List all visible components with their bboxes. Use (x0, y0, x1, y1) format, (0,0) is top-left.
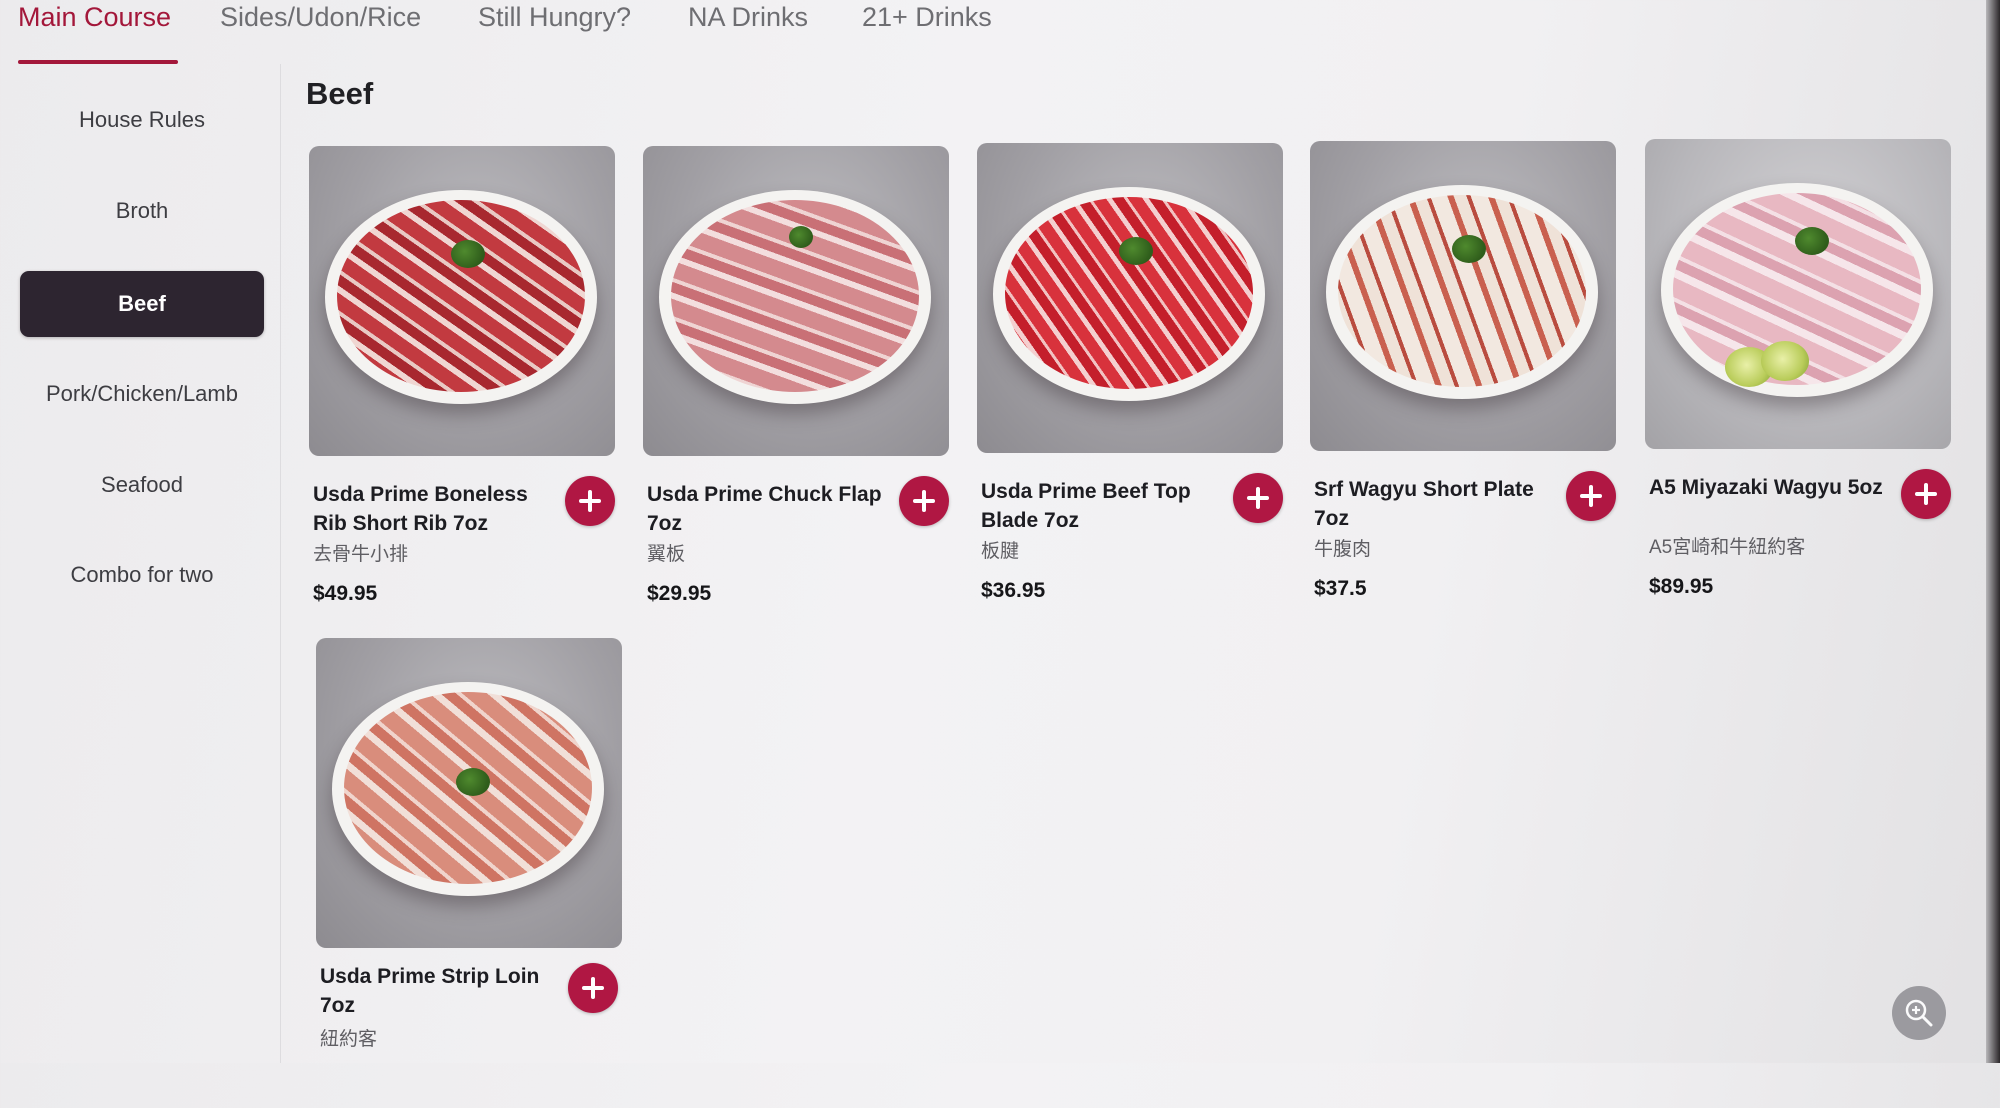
item-name: Usda Prime Boneless Rib Short Rib 7oz (313, 483, 528, 535)
menu-item-card[interactable]: Usda Prime Boneless Rib Short Rib 7oz 去骨… (309, 146, 621, 616)
dish-photo (1645, 139, 1951, 449)
zoom-in-icon (1905, 999, 1933, 1027)
tab-na-drinks[interactable]: NA Drinks (688, 2, 808, 33)
category-sidebar: House Rules Broth Beef Pork/Chicken/Lamb… (0, 64, 281, 1063)
add-to-order-button[interactable] (1566, 471, 1616, 521)
section-title: Beef (306, 76, 374, 111)
screen-edge (1986, 0, 2000, 1063)
dish-photo (316, 638, 622, 948)
menu-item-card[interactable]: Usda Prime Strip Loin 7oz 紐約客 (316, 638, 628, 1108)
zoom-in-button[interactable] (1892, 986, 1946, 1040)
item-price: $49.95 (313, 582, 378, 605)
tab-sides-udon-rice[interactable]: Sides/Udon/Rice (220, 2, 421, 33)
tab-21-drinks[interactable]: 21+ Drinks (862, 2, 992, 33)
item-name: Usda Prime Beef Top Blade 7oz (981, 480, 1191, 532)
tab-still-hungry[interactable]: Still Hungry? (478, 2, 631, 33)
item-subtitle: 翼板 (647, 544, 686, 565)
menu-item-card[interactable]: Srf Wagyu Short Plate 7oz 牛腹肉 $37.5 (1310, 141, 1622, 611)
sidebar-item-beef[interactable]: Beef (20, 271, 264, 337)
category-tabs: Main Course Sides/Udon/Rice Still Hungry… (0, 0, 1100, 64)
dish-photo (309, 146, 615, 456)
tab-main-course[interactable]: Main Course (18, 2, 171, 33)
item-subtitle: A5宮崎和牛紐約客 (1649, 537, 1806, 558)
add-to-order-button[interactable] (1233, 473, 1283, 523)
dish-photo (1310, 141, 1616, 451)
add-to-order-button[interactable] (899, 476, 949, 526)
item-price: $37.5 (1314, 577, 1367, 600)
item-price: $36.95 (981, 579, 1046, 602)
item-subtitle: 紐約客 (320, 1029, 378, 1050)
item-name: Srf Wagyu Short Plate 7oz (1314, 478, 1534, 530)
dish-photo (643, 146, 949, 456)
menu-item-card[interactable]: Usda Prime Beef Top Blade 7oz 板腱 $36.95 (977, 143, 1289, 613)
add-to-order-button[interactable] (568, 963, 618, 1013)
sidebar-item-broth[interactable]: Broth (20, 178, 264, 244)
sidebar-item-house-rules[interactable]: House Rules (20, 87, 264, 153)
item-name: Usda Prime Chuck Flap 7oz (647, 483, 882, 535)
item-price: $29.95 (647, 582, 712, 605)
item-subtitle: 板腱 (981, 541, 1020, 562)
dish-photo (977, 143, 1283, 453)
item-subtitle: 牛腹肉 (1314, 539, 1372, 560)
menu-item-card[interactable]: A5 Miyazaki Wagyu 5oz A5宮崎和牛紐約客 $89.95 (1645, 139, 1957, 609)
item-subtitle: 去骨牛小排 (313, 544, 409, 565)
sidebar-item-pork-chicken-lamb[interactable]: Pork/Chicken/Lamb (20, 361, 264, 427)
sidebar-item-seafood[interactable]: Seafood (20, 452, 264, 518)
item-name: A5 Miyazaki Wagyu 5oz (1649, 476, 1883, 499)
sidebar-item-combo-for-two[interactable]: Combo for two (20, 542, 264, 608)
add-to-order-button[interactable] (1901, 469, 1951, 519)
item-price: $89.95 (1649, 575, 1714, 598)
add-to-order-button[interactable] (565, 476, 615, 526)
menu-item-card[interactable]: Usda Prime Chuck Flap 7oz 翼板 $29.95 (643, 146, 955, 616)
item-name: Usda Prime Strip Loin 7oz (320, 965, 540, 1017)
